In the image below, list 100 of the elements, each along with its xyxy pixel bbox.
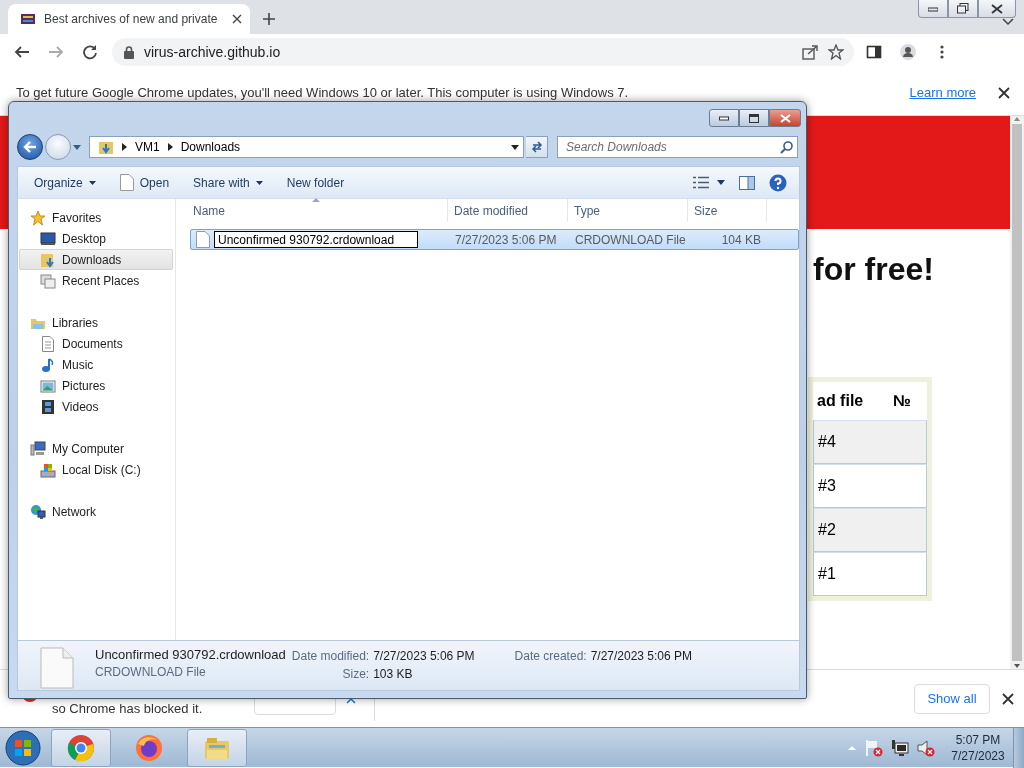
close-icon[interactable] xyxy=(998,86,1010,99)
detail-value: 7/27/2023 5:06 PM xyxy=(373,649,475,663)
scroll-up-arrow-icon[interactable] xyxy=(1013,116,1021,122)
minimize-icon[interactable] xyxy=(928,5,938,12)
search-field[interactable]: Search Downloads xyxy=(566,140,780,154)
refresh-icon[interactable] xyxy=(529,141,544,153)
column-header[interactable]: Type xyxy=(568,199,688,222)
file-name: Unconfirmed 930792.crdownload xyxy=(95,647,286,662)
scrollbar[interactable] xyxy=(1010,116,1024,669)
restore-button[interactable] xyxy=(948,0,978,18)
share-icon[interactable] xyxy=(802,44,818,60)
close-icon[interactable] xyxy=(232,14,242,24)
favicon-icon xyxy=(20,12,36,26)
column-header: № xyxy=(893,392,912,410)
learn-more-link[interactable]: Learn more xyxy=(909,85,976,100)
nav-item[interactable]: Desktop xyxy=(19,228,173,249)
browser-tab[interactable]: Best archives of new and private xyxy=(8,4,250,34)
show-all-button[interactable]: Show all xyxy=(914,683,990,714)
close-button[interactable] xyxy=(978,0,1016,18)
recent-places-icon xyxy=(40,272,56,289)
file-icon[interactable] xyxy=(119,174,134,191)
detail-label: Size: xyxy=(341,667,370,681)
nav-item[interactable]: Pictures xyxy=(19,375,173,396)
nav-item[interactable]: Network xyxy=(19,501,173,522)
menu-button[interactable]: Organize xyxy=(28,172,102,193)
breadcrumb[interactable]: VM1 xyxy=(135,140,160,154)
nav-item[interactable]: Documents xyxy=(19,333,173,354)
table-cell: #3 xyxy=(818,477,836,495)
speaker-icon[interactable] xyxy=(917,738,935,757)
nav-item[interactable]: Music xyxy=(19,354,173,375)
firefox-icon xyxy=(135,733,163,762)
date-cell-text: 7/27/2023 5:06 PM xyxy=(454,232,558,247)
chrome-icon xyxy=(67,733,95,762)
new-tab-icon[interactable] xyxy=(262,12,276,26)
size-cell-text: 104 KB xyxy=(720,232,762,247)
nav-item[interactable]: Favorites xyxy=(19,207,173,228)
file-icon xyxy=(40,647,74,689)
download-message: so Chrome has blocked it. xyxy=(52,701,204,716)
maximize-icon[interactable] xyxy=(749,113,759,123)
dropdown-caret-icon[interactable] xyxy=(511,144,519,150)
page-heading: for free! xyxy=(813,251,934,289)
network-icon xyxy=(30,503,46,520)
disk-drive-icon xyxy=(40,461,56,478)
menu-button[interactable]: Share with xyxy=(187,172,269,193)
address-text: virus-archive.github.io xyxy=(144,44,282,60)
refresh-button[interactable] xyxy=(526,136,548,158)
clock-date[interactable]: 7/27/2023 xyxy=(943,747,1013,764)
chevron-down-icon[interactable] xyxy=(1002,18,1014,26)
tab-title: Best archives of new and private xyxy=(44,12,219,26)
preview-pane-icon[interactable] xyxy=(739,175,755,190)
toolbar-button[interactable]: New folder xyxy=(280,172,351,193)
flag-icon[interactable] xyxy=(865,738,883,757)
nav-item[interactable]: My Computer xyxy=(19,438,173,459)
column-header[interactable]: Date modified xyxy=(448,199,568,222)
table-cell: #2 xyxy=(818,521,836,539)
nav-item[interactable]: Local Disk (C:) xyxy=(19,459,173,480)
dropdown-caret-icon[interactable] xyxy=(717,180,725,185)
nav-item[interactable]: Videos xyxy=(19,396,173,417)
address-field[interactable]: VM1 Downloads xyxy=(89,136,524,158)
chrome-taskbar-button[interactable] xyxy=(51,728,111,767)
caret-icon[interactable] xyxy=(255,180,263,185)
film-icon xyxy=(40,398,56,415)
close-icon[interactable] xyxy=(991,3,1003,14)
clock-time[interactable]: 5:07 PM xyxy=(943,731,1013,748)
star-icon[interactable] xyxy=(828,44,844,60)
column-header[interactable]: Size xyxy=(688,199,767,222)
caret-icon[interactable] xyxy=(88,180,96,185)
downloads-folder-icon xyxy=(40,251,56,268)
rename-field[interactable]: Unconfirmed 930792.crdownload xyxy=(214,231,418,248)
breadcrumb-arrow-icon[interactable] xyxy=(122,143,127,151)
breadcrumb[interactable]: Downloads xyxy=(180,140,241,154)
detail-value: 103 KB xyxy=(373,667,414,681)
start-button[interactable] xyxy=(3,728,43,767)
network-icon[interactable] xyxy=(891,738,909,757)
file-type: CRDOWNLOAD File xyxy=(95,665,207,679)
open-button[interactable]: Open xyxy=(113,171,176,194)
restore-icon[interactable] xyxy=(957,3,969,14)
file-row[interactable]: Unconfirmed 930792.crdownload 7/27/2023 5:06 PM CRDOWNLOAD File 104 KB xyxy=(190,229,799,250)
back-button[interactable] xyxy=(17,134,43,160)
nav-item[interactable]: Recent Places xyxy=(19,270,173,291)
downloads-folder-icon xyxy=(98,139,114,155)
nav-item[interactable]: Libraries xyxy=(19,312,173,333)
breadcrumb-arrow-icon[interactable] xyxy=(167,143,173,151)
back-icon[interactable] xyxy=(23,141,37,153)
close-icon[interactable] xyxy=(1002,692,1014,705)
search-box[interactable]: Search Downloads xyxy=(557,136,798,158)
nav-item[interactable]: Downloads xyxy=(19,249,173,270)
search-icon[interactable] xyxy=(780,140,793,154)
document-icon xyxy=(40,335,56,352)
picture-icon xyxy=(40,377,56,394)
view-list-icon[interactable] xyxy=(693,176,709,189)
minimize-button[interactable] xyxy=(709,109,739,127)
scroll-down-arrow-icon[interactable] xyxy=(1013,663,1021,669)
lock-icon[interactable] xyxy=(124,45,134,59)
minimize-icon[interactable] xyxy=(719,115,729,121)
maximize-button[interactable] xyxy=(739,109,769,127)
music-note-icon xyxy=(40,356,56,373)
address-bar[interactable]: virus-archive.github.io xyxy=(112,38,854,66)
help-icon[interactable] xyxy=(769,173,787,192)
infobar-message: To get future Google Chrome updates, you'll need Windows 10 or later. This computer is using Windows 7. xyxy=(16,85,630,100)
